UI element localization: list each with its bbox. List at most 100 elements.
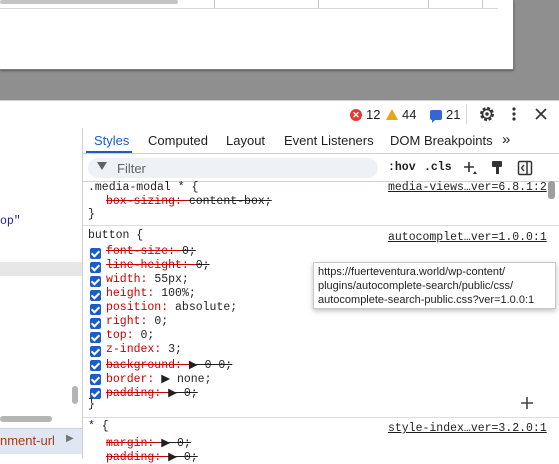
property-value: 100%; (161, 287, 196, 300)
selected-node-highlight[interactable] (0, 262, 82, 276)
class-toggle[interactable]: .cls (424, 161, 452, 174)
breadcrumb-next-icon[interactable]: ▶ (66, 433, 74, 444)
add-property-icon[interactable] (520, 396, 534, 413)
property-name: box-sizing (106, 195, 176, 208)
property-value: 0; (195, 259, 210, 272)
rule-separator (83, 417, 559, 418)
more-options-icon[interactable] (507, 106, 521, 125)
property-name: padding (106, 451, 155, 464)
settings-gear-icon[interactable] (478, 105, 496, 126)
property-name: right (106, 315, 141, 328)
property-checkbox[interactable] (90, 290, 101, 301)
page-horizontal-scrollbar[interactable] (0, 0, 178, 4)
style-property[interactable]: height: 100%; (106, 287, 196, 300)
toggle-sidebar-icon[interactable] (517, 160, 533, 179)
tab-styles[interactable]: Styles (94, 133, 129, 148)
style-property[interactable]: padding: ▶ 0; (106, 385, 198, 400)
message-counter[interactable]: 21 (430, 107, 461, 123)
elements-vertical-scrollbar[interactable] (72, 386, 78, 404)
error-counter[interactable]: ✕ 12 (350, 107, 380, 122)
property-checkbox[interactable] (90, 262, 101, 273)
property-checkbox[interactable] (90, 318, 101, 329)
tab-computed[interactable]: Computed (148, 133, 208, 148)
source-url-tooltip: https://fuerteventura.world/wp-content/ … (313, 262, 556, 309)
rule-source-link[interactable]: style-index…ver=3.2.0:1 (388, 422, 547, 435)
property-name: position (106, 301, 162, 314)
property-name: line-height (106, 259, 182, 272)
property-name: top (106, 329, 127, 342)
style-property[interactable]: margin: ▶ 0; (106, 435, 191, 450)
warning-icon (386, 109, 398, 120)
filter-icon (97, 162, 107, 170)
property-value: 0; (154, 315, 169, 328)
rule-source-link[interactable]: autocomplet…ver=1.0.0:1 (388, 231, 547, 244)
tab-layout[interactable]: Layout (226, 133, 265, 148)
more-tabs-icon[interactable]: » (502, 131, 510, 148)
tooltip-line: https://fuerteventura.world/wp-content/ (318, 266, 506, 278)
property-value: ▶ 0; (168, 387, 198, 400)
style-property[interactable]: border: ▶ none; (106, 371, 212, 386)
warning-counter[interactable]: 44 (386, 107, 416, 122)
page-divider-line (0, 8, 498, 9)
property-name: font-size (106, 245, 169, 258)
tooltip-line: plugins/autocomplete-search/public/css/ (318, 280, 514, 292)
rule-close-brace: } (88, 398, 95, 411)
property-value: 55px; (154, 273, 189, 286)
style-property[interactable]: box-sizing: content-box; (106, 195, 272, 208)
property-name: z-index (106, 343, 155, 356)
toolbar-separator (466, 104, 467, 124)
tab-dom-breakpoints[interactable]: DOM Breakpoints (390, 133, 493, 148)
style-property[interactable]: font-size: 0; (106, 245, 196, 258)
property-checkbox[interactable] (90, 276, 101, 287)
elements-horizontal-scrollbar[interactable] (0, 416, 52, 422)
property-value: content-box; (188, 195, 272, 208)
style-property[interactable]: z-index: 3; (106, 343, 182, 356)
hover-state-toggle[interactable]: :hov (388, 161, 416, 174)
active-tab-indicator (86, 151, 132, 153)
new-style-rule-icon[interactable] (462, 160, 478, 179)
property-checkbox[interactable] (90, 332, 101, 343)
style-property[interactable]: width: 55px; (106, 273, 189, 286)
rule-selector[interactable]: button { (88, 229, 143, 242)
message-icon (430, 109, 442, 123)
close-devtools-icon[interactable] (533, 106, 549, 125)
property-checkbox[interactable] (90, 360, 101, 371)
paint-brush-icon[interactable] (490, 160, 504, 179)
elements-code-snippet: op" (0, 215, 21, 228)
filter-placeholder: Filter (117, 161, 146, 176)
rule-close-brace: } (88, 208, 95, 221)
property-value: 0; (140, 329, 155, 342)
property-checkbox[interactable] (90, 304, 101, 315)
rule-selector[interactable]: .media-modal * { (88, 181, 198, 194)
rule-source-link[interactable]: media-views…ver=6.8.1:2 (388, 181, 547, 194)
style-property[interactable]: right: 0; (106, 315, 168, 328)
style-property[interactable]: background: ▶ 0 0; (106, 357, 232, 372)
inspected-page-window (0, 0, 514, 70)
styles-vertical-scrollbar[interactable] (548, 181, 555, 199)
property-value: 0; (181, 245, 196, 258)
error-count: 12 (366, 107, 381, 122)
devtools-toolbar (0, 100, 559, 129)
breadcrumb-item[interactable]: nment-url (0, 433, 55, 448)
elements-panel (0, 128, 83, 459)
rule-selector[interactable]: * { (88, 420, 109, 433)
property-value: absolute; (175, 301, 238, 314)
style-property[interactable]: top: 0; (106, 329, 154, 342)
error-icon: ✕ (350, 108, 362, 121)
property-value: ▶ 0; (168, 451, 198, 464)
tab-event-listeners[interactable]: Event Listeners (284, 133, 374, 148)
property-name: height (106, 287, 148, 300)
warning-count: 44 (402, 107, 417, 122)
property-checkbox[interactable] (90, 346, 101, 357)
style-property[interactable]: padding: ▶ 0; (106, 449, 198, 464)
property-checkbox[interactable] (90, 374, 101, 385)
rule-separator (83, 225, 559, 226)
property-value: 3; (168, 343, 182, 356)
message-count: 21 (446, 107, 461, 122)
style-property[interactable]: position: absolute; (106, 301, 237, 314)
property-name: width (106, 273, 141, 286)
style-property[interactable]: line-height: 0; (106, 259, 210, 272)
tooltip-line: autocomplete-search-public.css?ver=1.0.0… (318, 294, 535, 306)
property-name: padding (106, 387, 155, 400)
property-checkbox[interactable] (90, 248, 101, 259)
